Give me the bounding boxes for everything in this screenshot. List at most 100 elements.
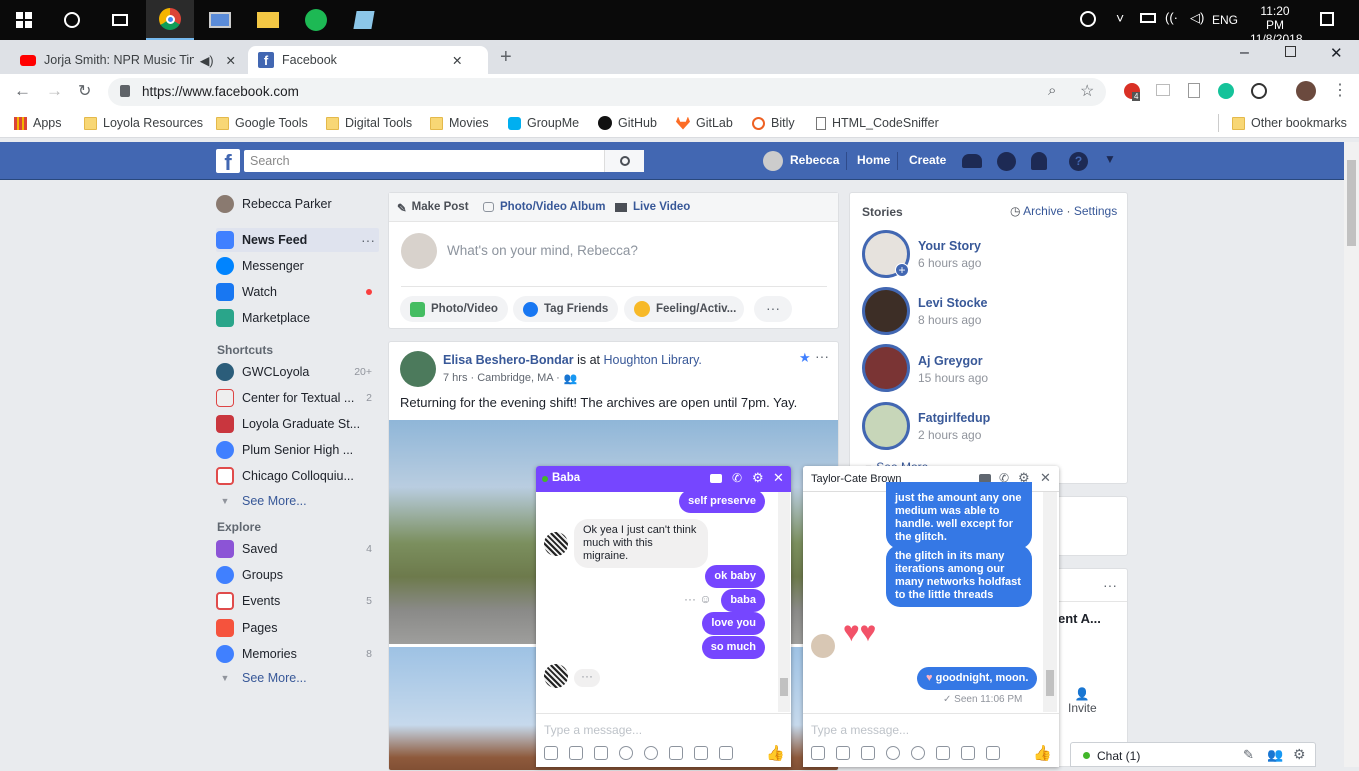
sticker-icon[interactable] (569, 746, 583, 760)
search-input[interactable]: Search (250, 154, 290, 168)
emoji-icon[interactable] (886, 746, 900, 760)
user-avatar[interactable] (763, 151, 783, 171)
photo-icon[interactable] (811, 746, 825, 760)
people-icon[interactable] (1080, 11, 1096, 27)
restore-icon[interactable] (1285, 46, 1296, 57)
volume-icon[interactable]: ◁) (1190, 10, 1204, 26)
search-box[interactable]: Search (244, 150, 644, 172)
photo-icon[interactable] (544, 746, 558, 760)
create-group-icon[interactable]: 👥 (1267, 747, 1283, 763)
tab-npr[interactable]: Jorja Smith: NPR Music Tiny ◀) ✕ (10, 46, 246, 74)
friend-requests-icon[interactable] (962, 154, 982, 168)
scrollbar-thumb[interactable] (1347, 160, 1356, 246)
link-icon[interactable] (669, 746, 683, 760)
chrome-menu-icon[interactable]: ⋮ (1332, 80, 1348, 100)
messenger-icon[interactable] (997, 152, 1016, 171)
feeling-button[interactable]: Feeling/Activ... (624, 296, 744, 322)
thumbs-up-icon[interactable]: 👍 (766, 744, 785, 762)
more-composer-options-icon[interactable]: ··· (754, 296, 792, 322)
message-actions-icon[interactable]: ··· ☺ (684, 592, 712, 606)
grammarly-icon[interactable] (1218, 83, 1234, 99)
live-video-tab[interactable]: Live Video (615, 201, 690, 213)
minimize-icon[interactable]: – (1240, 44, 1249, 62)
archive-link[interactable]: Archive (1023, 204, 1063, 218)
payment-icon[interactable] (911, 746, 925, 760)
sticker-icon[interactable] (836, 746, 850, 760)
forward-icon[interactable]: → (46, 81, 63, 101)
close-window-icon[interactable]: ✕ (1330, 44, 1343, 62)
bookmark-apps[interactable]: Apps (14, 116, 62, 130)
message-input[interactable]: Type a message... (544, 723, 642, 737)
attachment-icon[interactable] (694, 746, 708, 760)
omnibox[interactable]: https://www.facebook.com ⌕ ☆ (108, 78, 1106, 106)
windows-start-icon[interactable] (0, 0, 48, 40)
close-tab-icon[interactable]: ✕ (226, 53, 236, 68)
back-icon[interactable]: ← (14, 81, 31, 101)
file-explorer-icon[interactable] (244, 0, 292, 40)
battery-icon[interactable] (1140, 13, 1156, 23)
shortcut-gwcloyola[interactable]: GWCLoyola 20+ (216, 360, 376, 384)
story-item[interactable]: Aj Greygor 15 hours ago (918, 354, 988, 385)
gif-icon[interactable] (594, 746, 608, 760)
gif-icon[interactable] (861, 746, 875, 760)
spotify-icon[interactable] (292, 0, 340, 40)
profile-avatar[interactable] (1296, 81, 1316, 101)
bookmark-html-codesniffer[interactable]: HTML_CodeSniffer (816, 116, 939, 130)
chevron-up-icon[interactable]: ˅ (1116, 10, 1124, 26)
new-message-icon[interactable]: ✎ (1243, 747, 1254, 763)
facebook-logo-icon[interactable]: f (216, 149, 240, 175)
shortcuts-see-more[interactable]: ▼ See More... (216, 489, 376, 513)
close-tab-icon[interactable]: ✕ (452, 53, 462, 68)
story-item[interactable]: Levi Stocke 8 hours ago (918, 296, 987, 327)
profile-link-left[interactable]: Rebecca Parker (216, 192, 376, 216)
zoom-search-icon[interactable]: ⌕ (1048, 82, 1056, 99)
story-item[interactable]: Your Story 6 hours ago (918, 239, 981, 270)
speaker-icon[interactable]: ◀) (200, 53, 214, 68)
status-input[interactable]: What's on your mind, Rebecca? (447, 243, 638, 258)
card-options-icon[interactable]: ··· (1103, 577, 1117, 593)
sidebar-item-news-feed[interactable]: News Feed ··· (216, 228, 379, 252)
scrollbar-thumb[interactable] (1046, 670, 1054, 696)
event-title-partial[interactable]: ent A... (1058, 611, 1101, 626)
explore-saved[interactable]: Saved 4 (216, 537, 376, 561)
chat-bar-label[interactable]: Chat (1) (1097, 749, 1140, 763)
message-input[interactable]: Type a message... (811, 723, 909, 737)
photo-album-tab[interactable]: Photo/Video Album (483, 201, 605, 213)
story-avatar[interactable] (862, 344, 910, 392)
author-link[interactable]: Elisa Beshero-Bondar (443, 353, 574, 367)
search-icon[interactable] (604, 150, 644, 172)
emoji-icon[interactable] (619, 746, 633, 760)
video-call-icon[interactable] (710, 474, 722, 483)
bookmark-groupme[interactable]: GroupMe (508, 116, 579, 130)
scrollbar-thumb[interactable] (780, 678, 788, 696)
chrome-icon[interactable] (146, 0, 194, 40)
chat-bar[interactable]: Chat (1) ✎ 👥 ⚙ (1070, 742, 1316, 767)
tab-facebook[interactable]: f Facebook ✕ (248, 46, 488, 74)
remote-desktop-icon[interactable] (196, 0, 244, 40)
notes-app-icon[interactable] (340, 0, 388, 40)
language-indicator[interactable]: ENG (1212, 13, 1238, 27)
settings-link[interactable]: Settings (1074, 204, 1117, 218)
chat-header[interactable]: Baba ✆ ⚙ ✕ (536, 466, 791, 492)
story-avatar[interactable]: + (862, 230, 910, 278)
shortcut-loyola-graduate[interactable]: Loyola Graduate St... (216, 412, 376, 436)
thumbs-up-icon[interactable]: 👍 (1033, 744, 1052, 762)
chat-settings-gear-icon[interactable]: ⚙ (1293, 746, 1306, 763)
sidebar-item-watch[interactable]: Watch (216, 280, 376, 304)
sidebar-item-marketplace[interactable]: Marketplace (216, 306, 376, 330)
explore-pages[interactable]: Pages (216, 616, 376, 640)
story-avatar[interactable] (862, 287, 910, 335)
shortcut-chicago-colloquium[interactable]: Chicago Colloquiu... (216, 464, 376, 488)
new-tab-icon[interactable]: + (500, 46, 512, 69)
chat-scrollbar[interactable] (778, 492, 790, 712)
bookmark-gitlab[interactable]: GitLab (676, 116, 733, 130)
add-story-icon[interactable]: + (895, 263, 909, 277)
bookmark-bitly[interactable]: Bitly (752, 116, 795, 130)
close-icon[interactable]: ✕ (1040, 470, 1051, 486)
extension-doc-icon[interactable] (1188, 83, 1200, 98)
chat-title[interactable]: Baba (552, 472, 580, 484)
url-text[interactable]: https://www.facebook.com (142, 84, 299, 99)
cortana-icon[interactable] (48, 0, 96, 40)
bookmark-loyola-resources[interactable]: Loyola Resources (84, 116, 203, 130)
make-post-tab[interactable]: ✎ Make Post (397, 201, 469, 215)
